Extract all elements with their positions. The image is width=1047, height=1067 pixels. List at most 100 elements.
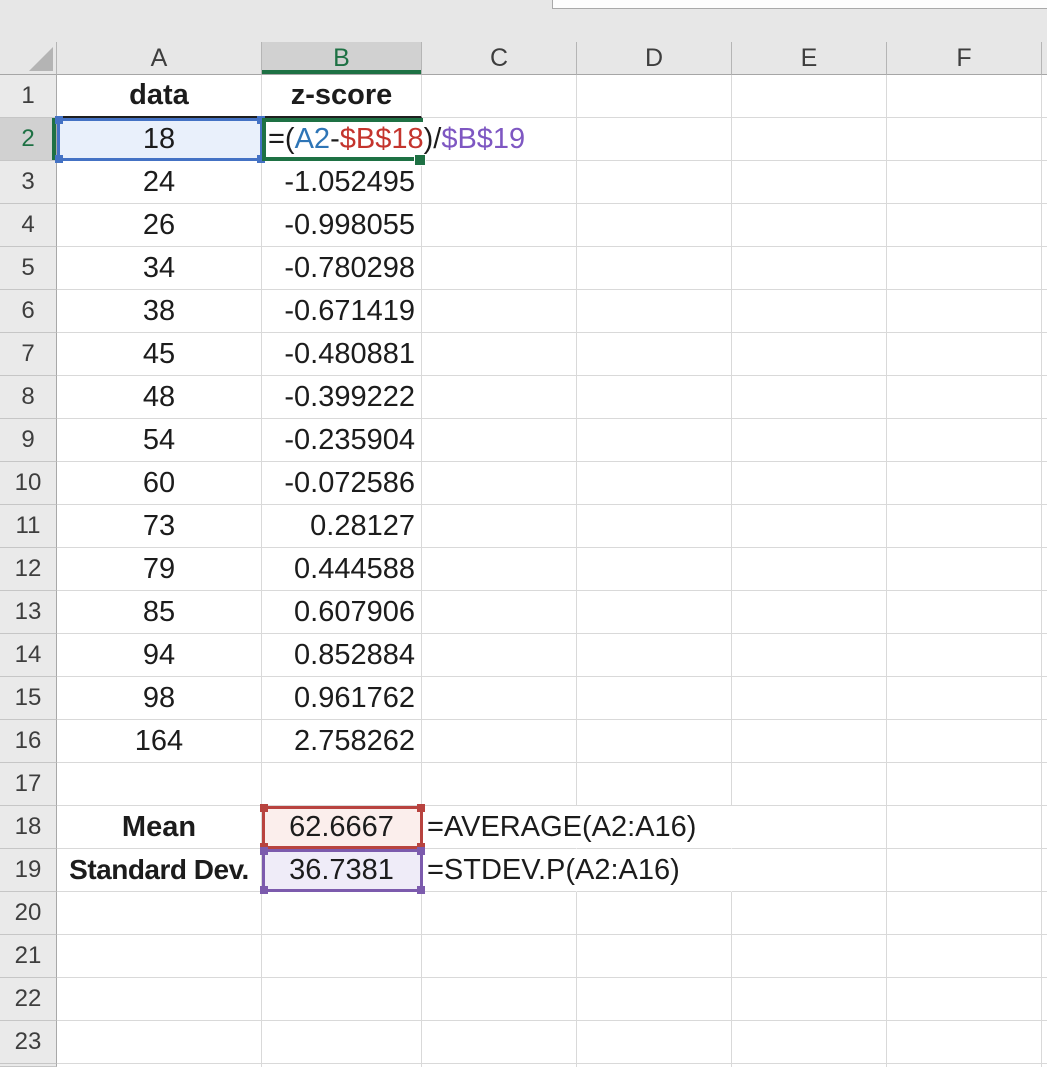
cell-A16[interactable]: 164 [57,720,262,763]
cell-D7[interactable] [577,333,732,376]
cell-E15[interactable] [732,677,887,720]
cell-C3[interactable] [422,161,577,204]
cell-B11[interactable]: 0.28127 [262,505,422,548]
cell-B14[interactable]: 0.852884 [262,634,422,677]
cell-D12[interactable] [577,548,732,591]
row-header-4[interactable]: 4 [0,204,57,247]
cell-C19[interactable]: =STDEV.P(A2:A16) [422,849,577,892]
cell-B20[interactable] [262,892,422,935]
cell-F13[interactable] [887,591,1042,634]
cell-F19[interactable] [887,849,1042,892]
cell-A20[interactable] [57,892,262,935]
cell-A14[interactable]: 94 [57,634,262,677]
cell-F7[interactable] [887,333,1042,376]
cell-E4[interactable] [732,204,887,247]
column-header-b[interactable]: B [262,42,422,75]
cell-C4[interactable] [422,204,577,247]
cell-C9[interactable] [422,419,577,462]
cell-D11[interactable] [577,505,732,548]
cell-C16[interactable] [422,720,577,763]
cell-F8[interactable] [887,376,1042,419]
cell-C1[interactable] [422,75,577,118]
row-header-9[interactable]: 9 [0,419,57,462]
cell-F4[interactable] [887,204,1042,247]
cell-D22[interactable] [577,978,732,1021]
cell-D6[interactable] [577,290,732,333]
column-header-a[interactable]: A [57,42,262,75]
cell-B12[interactable]: 0.444588 [262,548,422,591]
cell-C22[interactable] [422,978,577,1021]
cell-D20[interactable] [577,892,732,935]
cell-F3[interactable] [887,161,1042,204]
cell-A13[interactable]: 85 [57,591,262,634]
cell-D13[interactable] [577,591,732,634]
cell-F14[interactable] [887,634,1042,677]
cell-B8[interactable]: -0.399222 [262,376,422,419]
cell-E16[interactable] [732,720,887,763]
cell-D4[interactable] [577,204,732,247]
cell-F5[interactable] [887,247,1042,290]
cell-F10[interactable] [887,462,1042,505]
cell-E10[interactable] [732,462,887,505]
cell-C8[interactable] [422,376,577,419]
cell-C6[interactable] [422,290,577,333]
cell-F15[interactable] [887,677,1042,720]
row-header-5[interactable]: 5 [0,247,57,290]
cell-A12[interactable]: 79 [57,548,262,591]
cell-B16[interactable]: 2.758262 [262,720,422,763]
cell-E22[interactable] [732,978,887,1021]
row-header-17[interactable]: 17 [0,763,57,806]
cell-F11[interactable] [887,505,1042,548]
cell-D14[interactable] [577,634,732,677]
cell-E6[interactable] [732,290,887,333]
cell-A1[interactable]: data [57,75,262,118]
cell-B1[interactable]: z-score [262,75,422,118]
cell-A17[interactable] [57,763,262,806]
row-header-2[interactable]: 2 [0,118,57,161]
cell-C15[interactable] [422,677,577,720]
cell-D9[interactable] [577,419,732,462]
cell-E20[interactable] [732,892,887,935]
cell-E8[interactable] [732,376,887,419]
row-header-7[interactable]: 7 [0,333,57,376]
cell-B21[interactable] [262,935,422,978]
cell-C7[interactable] [422,333,577,376]
cell-B4[interactable]: -0.998055 [262,204,422,247]
row-header-8[interactable]: 8 [0,376,57,419]
column-header-d[interactable]: D [577,42,732,75]
cell-F12[interactable] [887,548,1042,591]
cell-F16[interactable] [887,720,1042,763]
cell-B7[interactable]: -0.480881 [262,333,422,376]
row-header-21[interactable]: 21 [0,935,57,978]
cell-E18[interactable] [732,806,887,849]
cell-C12[interactable] [422,548,577,591]
cell-C18[interactable]: =AVERAGE(A2:A16) [422,806,577,849]
cell-F2[interactable] [887,118,1042,161]
cell-A4[interactable]: 26 [57,204,262,247]
row-header-23[interactable]: 23 [0,1021,57,1064]
cell-D5[interactable] [577,247,732,290]
cell-D18[interactable] [577,806,732,849]
row-header-20[interactable]: 20 [0,892,57,935]
row-header-19[interactable]: 19 [0,849,57,892]
cell-A8[interactable]: 48 [57,376,262,419]
cell-B5[interactable]: -0.780298 [262,247,422,290]
cell-A22[interactable] [57,978,262,1021]
formula-edit-cell-b2[interactable]: =(A2-$B$18)/$B$19 [262,118,422,161]
cell-A2[interactable]: 18 [57,118,262,161]
cell-E3[interactable] [732,161,887,204]
cell-F22[interactable] [887,978,1042,1021]
cell-E21[interactable] [732,935,887,978]
cell-E14[interactable] [732,634,887,677]
cell-E13[interactable] [732,591,887,634]
cell-F1[interactable] [887,75,1042,118]
row-header-1[interactable]: 1 [0,75,57,118]
row-header-12[interactable]: 12 [0,548,57,591]
cell-A3[interactable]: 24 [57,161,262,204]
column-header-e[interactable]: E [732,42,887,75]
cell-B3[interactable]: -1.052495 [262,161,422,204]
cell-B23[interactable] [262,1021,422,1064]
cell-F18[interactable] [887,806,1042,849]
cell-E5[interactable] [732,247,887,290]
cell-D16[interactable] [577,720,732,763]
